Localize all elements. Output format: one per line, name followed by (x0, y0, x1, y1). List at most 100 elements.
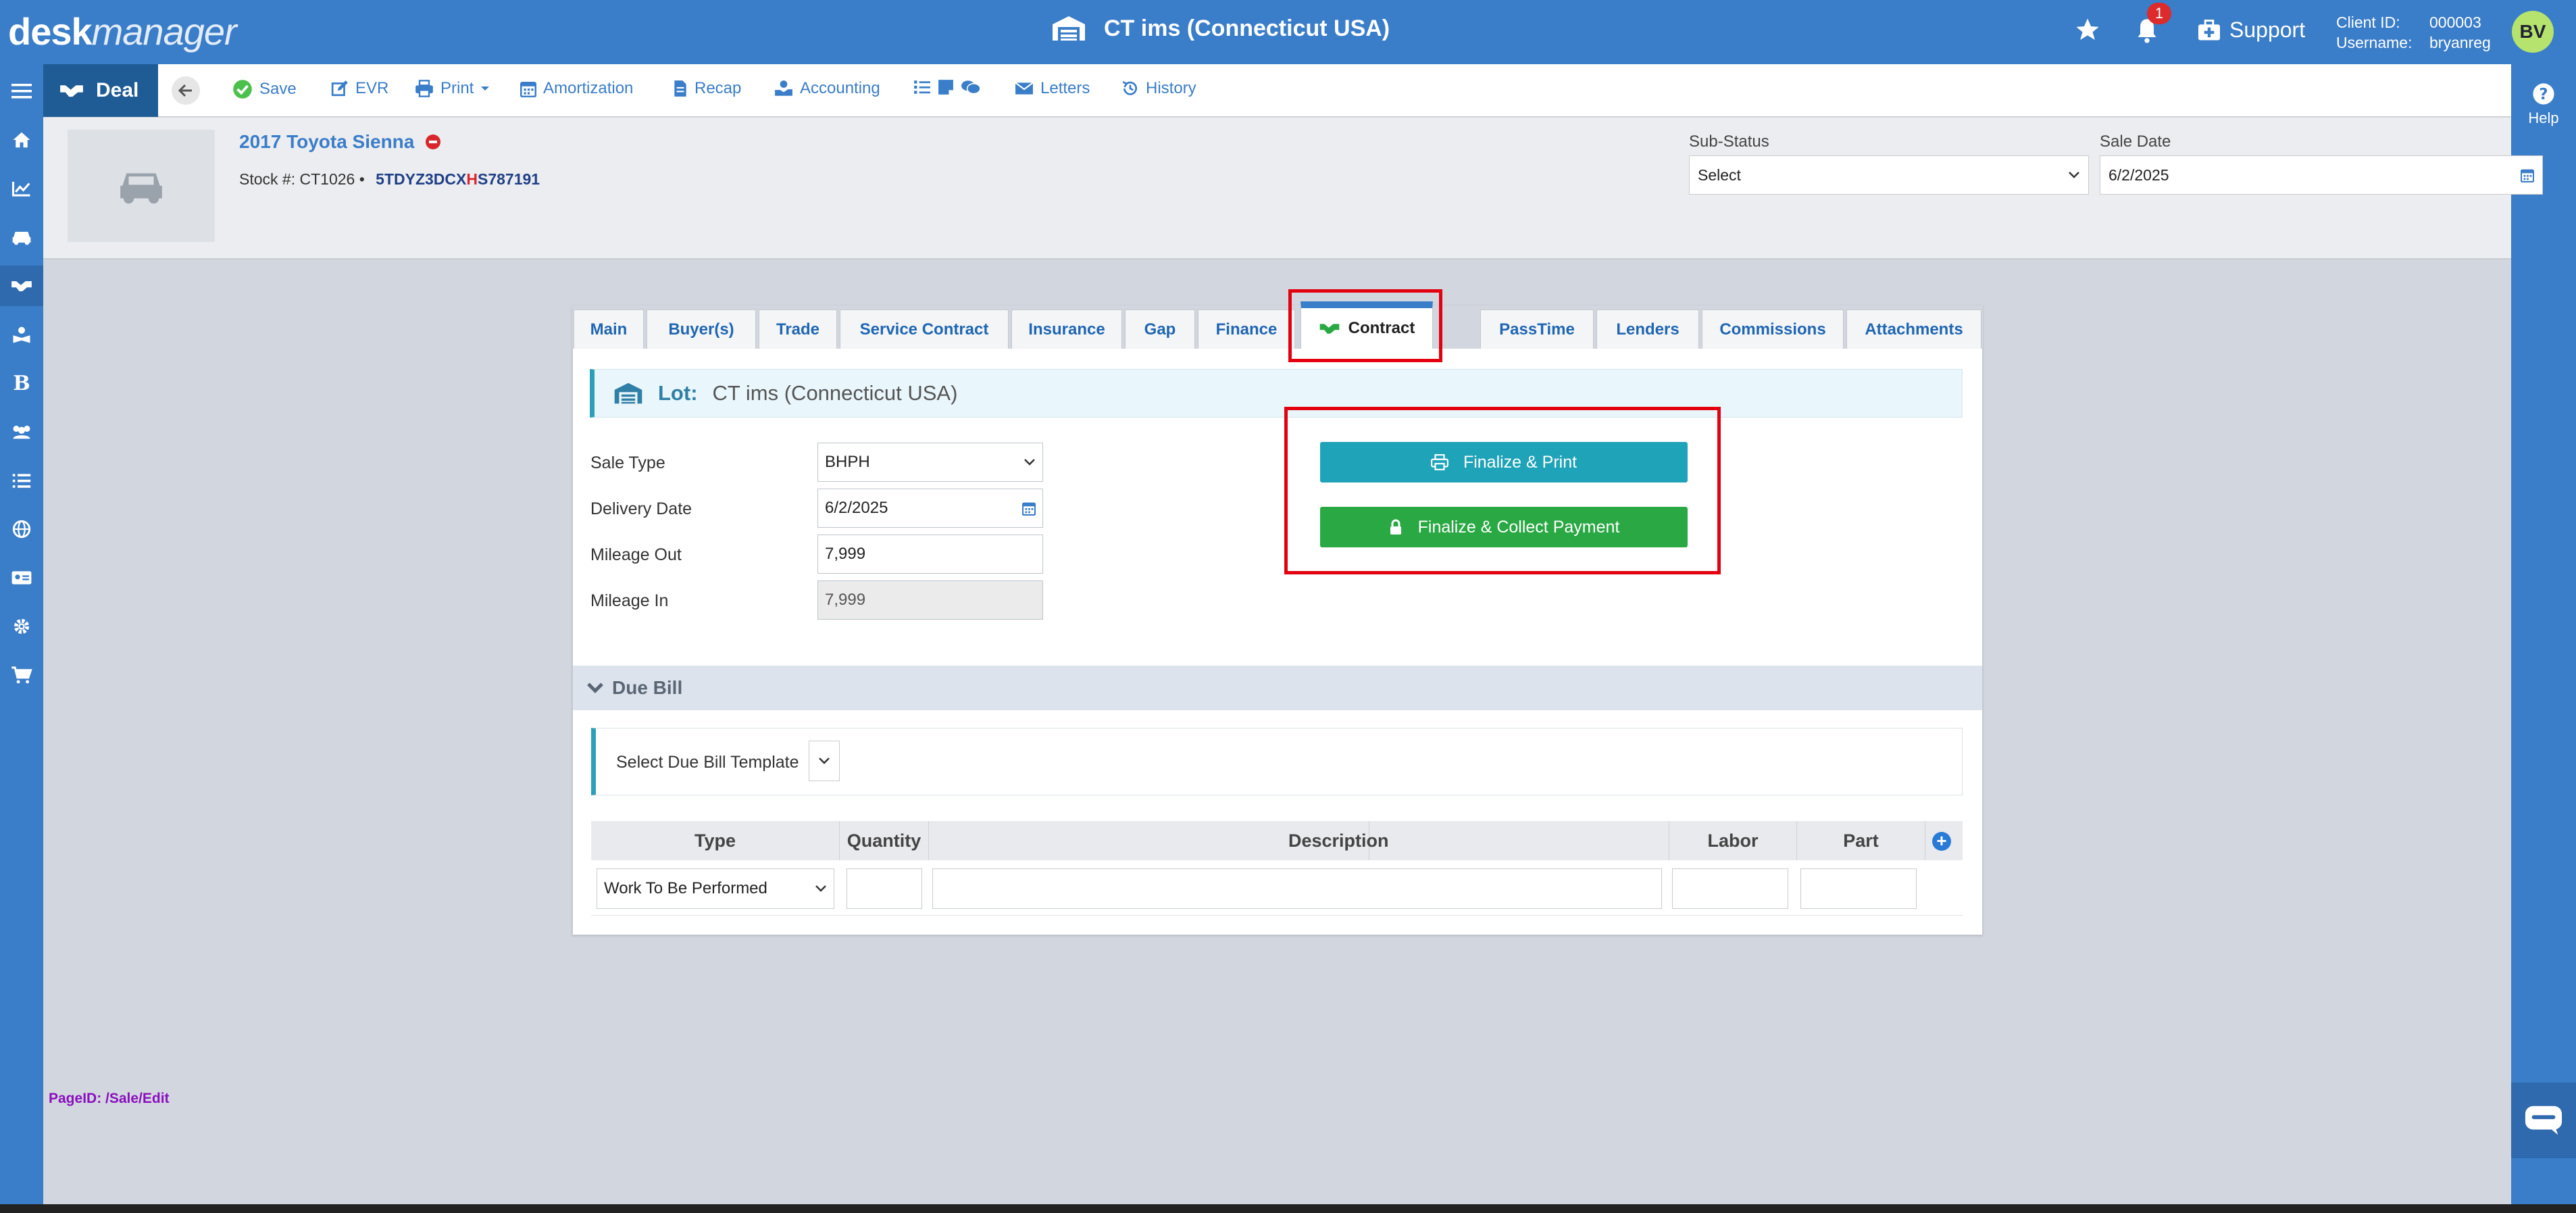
checklist-icon[interactable] (913, 79, 931, 95)
labor-input[interactable] (1672, 868, 1788, 909)
sidebar-item-settings[interactable] (0, 606, 43, 647)
mileage-out-input[interactable]: 7,999 (817, 535, 1043, 574)
page-id-label: PageID: /Sale/Edit (49, 1091, 170, 1106)
comments-icon[interactable] (961, 79, 981, 95)
lot-value: CT ims (Connecticut USA) (712, 381, 958, 405)
letters-button[interactable]: Letters (1015, 79, 1090, 98)
tab-passtime[interactable]: PassTime (1480, 310, 1594, 349)
sidebar-item-tasks[interactable] (0, 460, 43, 501)
sidebar-item-home[interactable] (0, 120, 43, 160)
amortization-label: Amortization (543, 79, 634, 97)
vin-number[interactable]: 5TDYZ3DCXHS787191 (376, 170, 540, 188)
sidebar-item-deals[interactable] (0, 266, 43, 306)
menu-toggle-button[interactable] (0, 71, 43, 112)
help-button[interactable]: ? Help (2511, 82, 2576, 127)
chevron-down-icon (1024, 459, 1035, 466)
user-avatar[interactable]: BV (2512, 11, 2554, 53)
tab-trade[interactable]: Trade (759, 310, 837, 349)
due-bill-template-box: Select Due Bill Template (591, 728, 1963, 795)
vin-part-2: S787191 (478, 170, 540, 188)
description-input[interactable] (932, 868, 1662, 909)
vin-highlight-char: H (466, 170, 478, 188)
due-bill-table: Type Quantity Description Labor Part + W… (591, 821, 1963, 916)
calendar-icon[interactable] (2521, 168, 2534, 182)
sale-date-input[interactable]: 6/2/2025 (2100, 155, 2543, 195)
calendar-icon[interactable] (1022, 501, 1036, 516)
history-button[interactable]: History (1121, 79, 1196, 98)
remove-circle-icon[interactable] (425, 134, 441, 150)
sidebar-item-store[interactable] (0, 655, 43, 695)
stock-value: CT1026 (299, 170, 355, 188)
vehicle-title-text: 2017 Toyota Sienna (239, 131, 415, 152)
client-id-label: Client ID: (2336, 14, 2400, 31)
line-chart-icon (11, 182, 30, 197)
client-info-values: 000003 bryanreg (2429, 12, 2491, 53)
app-logo[interactable]: deskmanager (8, 9, 237, 53)
vehicle-photo-placeholder[interactable] (68, 130, 215, 242)
tab-insurance[interactable]: Insurance (1011, 310, 1122, 349)
sidebar-item-users[interactable] (0, 412, 43, 452)
due-bill-title: Due Bill (612, 677, 683, 698)
tab-gap[interactable]: Gap (1125, 310, 1195, 349)
sale-date-label: Sale Date (2100, 132, 2171, 151)
tab-main[interactable]: Main (574, 310, 644, 349)
favorites-button[interactable] (2074, 16, 2101, 47)
notification-count-badge: 1 (2147, 3, 2171, 24)
question-circle-icon: ? (2533, 83, 2554, 105)
note-icon[interactable] (938, 79, 954, 95)
sidebar-item-customers[interactable] (0, 314, 43, 355)
evr-label: EVR (355, 79, 389, 97)
part-input[interactable] (1800, 868, 1917, 909)
handshake-icon (60, 85, 83, 97)
sidebar-item-reports[interactable] (0, 168, 43, 209)
calendar-icon (520, 81, 536, 97)
tab-service-contract[interactable]: Service Contract (840, 310, 1009, 349)
save-button[interactable]: Save (232, 79, 297, 99)
recap-label: Recap (694, 79, 742, 97)
sidebar-item-bhph[interactable]: B (0, 363, 43, 403)
mileage-out-label: Mileage Out (590, 545, 682, 564)
delivery-date-input[interactable]: 6/2/2025 (817, 489, 1043, 528)
evr-button[interactable]: EVR (331, 79, 388, 98)
sidebar-item-web[interactable] (0, 509, 43, 549)
chevron-down-icon (815, 885, 826, 892)
tab-lenders[interactable]: Lenders (1596, 310, 1699, 349)
sidebar-item-inventory[interactable] (0, 217, 43, 257)
print-label: Print (440, 79, 474, 97)
amortization-button[interactable]: Amortization (520, 79, 633, 98)
accounting-label: Accounting (800, 79, 880, 97)
vehicle-stock-line: Stock #: CT1026 • 5TDYZ3DCXHS787191 (239, 170, 540, 189)
sidebar-item-contacts[interactable] (0, 558, 43, 598)
recap-button[interactable]: Recap (673, 79, 741, 98)
accounting-button[interactable]: Accounting (774, 79, 880, 98)
tab-commissions[interactable]: Commissions (1702, 310, 1844, 349)
sub-status-select[interactable]: Select (1689, 155, 2089, 195)
print-dropdown-button[interactable]: Print (415, 79, 490, 98)
tab-finance[interactable]: Finance (1198, 310, 1295, 349)
add-row-button[interactable]: + (1932, 832, 1951, 851)
back-button[interactable] (172, 76, 200, 105)
right-help-strip (2511, 64, 2576, 1213)
check-icon (233, 80, 252, 99)
vehicle-title[interactable]: 2017 Toyota Sienna (239, 131, 441, 153)
garage-icon (1053, 16, 1085, 41)
table-row: Work To Be Performed (591, 862, 1963, 916)
column-header-labor: Labor (1669, 821, 1797, 860)
type-select[interactable]: Work To Be Performed (597, 868, 834, 909)
gear-icon (14, 618, 30, 635)
due-bill-section-header[interactable]: Due Bill (573, 666, 1982, 710)
deal-section-tab[interactable]: Deal (43, 64, 158, 117)
support-button[interactable]: Support (2197, 18, 2305, 43)
chat-widget-button[interactable] (2511, 1083, 2576, 1158)
vehicle-header: 2017 Toyota Sienna Stock #: CT1026 • 5TD… (43, 118, 2543, 259)
sale-type-select[interactable]: BHPH (817, 443, 1043, 482)
due-bill-template-select[interactable] (809, 741, 840, 781)
quantity-input[interactable] (847, 868, 922, 909)
tab-attachments[interactable]: Attachments (1846, 310, 1981, 349)
due-bill-template-label: Select Due Bill Template (616, 753, 799, 772)
home-icon (13, 132, 30, 148)
mileage-out-value: 7,999 (825, 545, 866, 563)
history-icon (1122, 81, 1138, 95)
chevron-down-icon (2069, 172, 2079, 178)
tab-buyers[interactable]: Buyer(s) (647, 310, 756, 349)
